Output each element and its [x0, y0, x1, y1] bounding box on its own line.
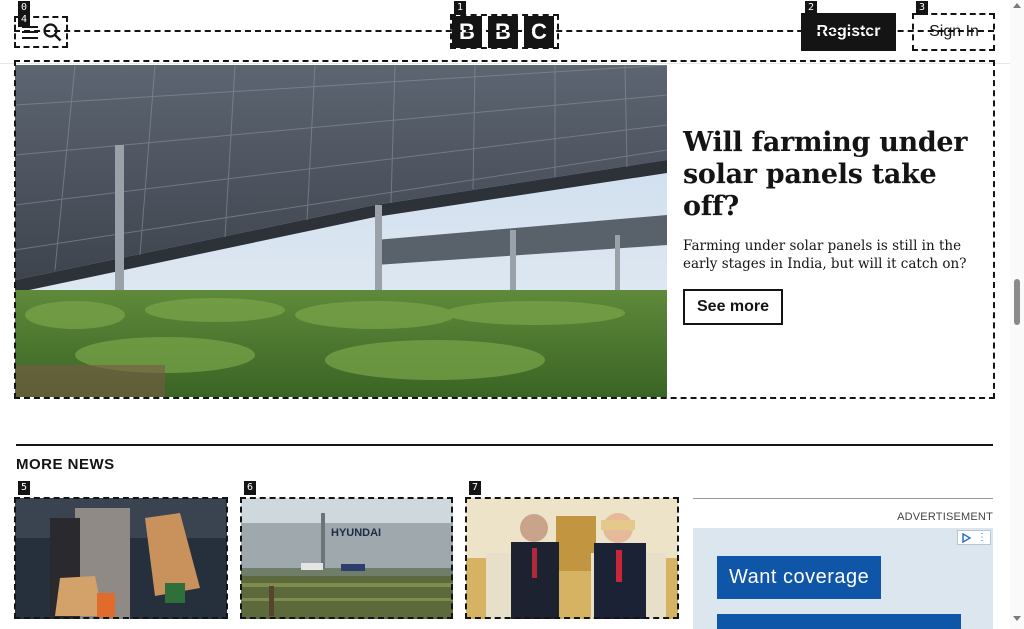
register-button[interactable]: Register	[801, 13, 896, 51]
bbc-logo[interactable]: B B C	[452, 16, 554, 48]
scroll-thumb[interactable]	[1014, 279, 1020, 325]
news-card-hyundai-plant[interactable]: HYUNDAI	[241, 498, 453, 619]
see-more-button[interactable]: See more	[683, 289, 784, 325]
feature-text: Will farming under solar panels take off…	[683, 127, 983, 325]
scroll-up-arrow-icon[interactable]	[1013, 3, 1021, 8]
logo-block-1: B	[452, 16, 482, 48]
hamburger-icon	[22, 25, 38, 39]
play-triangle-icon	[962, 532, 971, 543]
sign-in-button[interactable]: Sign In	[913, 13, 995, 51]
advertisement: ADVERTISEMENT ⋮ Want coverage	[693, 498, 993, 629]
annotation-badge-2: 2	[805, 1, 818, 15]
logo-block-3: C	[524, 16, 554, 48]
news-card-summit[interactable]	[466, 498, 678, 619]
scroll-down-arrow-icon[interactable]	[1013, 616, 1021, 621]
ad-headline: Want coverage	[717, 556, 882, 599]
feature-story[interactable]: Will farming under solar panels take off…	[15, 65, 994, 397]
feature-headline[interactable]: Will farming under solar panels take off…	[683, 127, 983, 223]
annotation-badge-5: 5	[18, 481, 31, 495]
annotation-badge-4: 4	[18, 13, 31, 27]
solar-farm-image	[15, 65, 667, 397]
close-dots-icon: ⋮	[977, 532, 987, 543]
logo-block-2: B	[488, 16, 518, 48]
ad-choices-icon[interactable]: ⋮	[957, 530, 991, 545]
more-news-heading: MORE NEWS	[16, 456, 115, 473]
annotation-badge-7: 7	[469, 481, 482, 495]
annotation-badge-3: 3	[916, 1, 929, 15]
annotation-badge-6: 6	[244, 481, 257, 495]
advertisement-label: ADVERTISEMENT	[897, 511, 993, 523]
page-scrollbar[interactable]	[1010, 0, 1024, 629]
search-icon	[43, 23, 62, 42]
section-divider	[16, 444, 993, 446]
annotation-badge-1: 1	[454, 1, 467, 15]
ad-creative[interactable]: ⋮ Want coverage	[693, 528, 993, 629]
svg-text:HYUNDAI: HYUNDAI	[331, 527, 381, 539]
news-card-shoppers[interactable]	[15, 498, 227, 619]
site-header: B B C Register Sign In	[0, 0, 1010, 64]
ad-subline	[717, 614, 961, 629]
feature-summary: Farming under solar panels is still in t…	[683, 238, 967, 272]
